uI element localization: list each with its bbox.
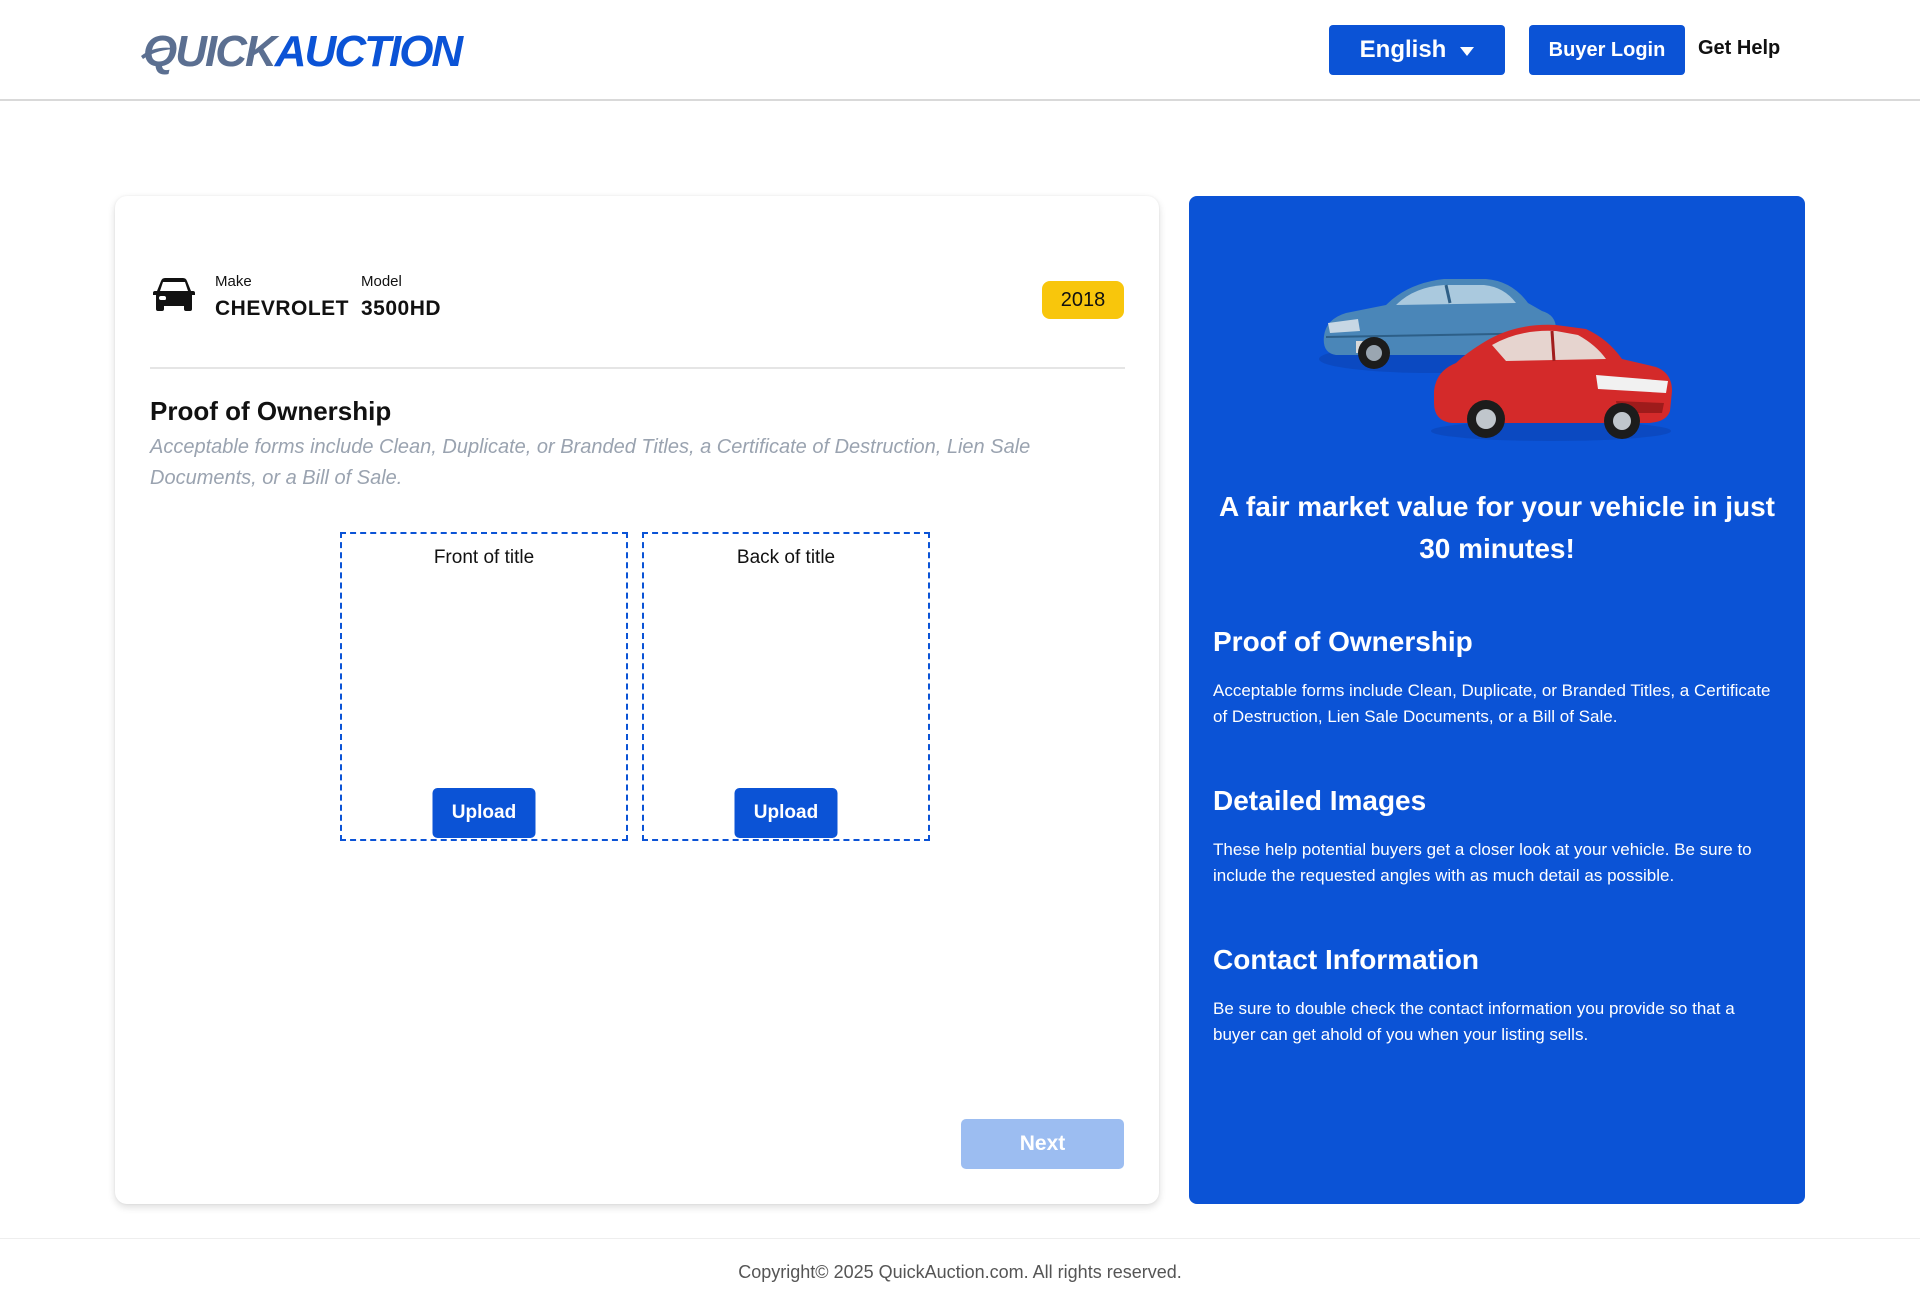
panel-text-images: These help potential buyers get a closer… — [1213, 840, 1752, 885]
section-title: Proof of Ownership — [150, 396, 392, 426]
footer-divider — [0, 1238, 1920, 1239]
upload-front-button[interactable]: Upload — [432, 788, 536, 838]
next-button[interactable]: Next — [961, 1119, 1124, 1169]
language-label: English — [1359, 36, 1447, 63]
panel-text-contact: Be sure to double check the contact info… — [1213, 999, 1735, 1044]
upload-back-button[interactable]: Upload — [734, 788, 838, 838]
make-label: Make — [215, 273, 252, 290]
divider — [150, 367, 1125, 369]
logo-wordmark: QUICKAUCTION — [143, 27, 463, 76]
back-of-title-dropzone[interactable]: Back of title Upload — [642, 532, 930, 841]
car-icon — [153, 278, 195, 311]
section-description: Acceptable forms include Clean, Duplicat… — [150, 436, 1031, 489]
get-help-link[interactable]: Get Help — [1698, 37, 1780, 60]
panel-heading-images: Detailed Images — [1213, 785, 1427, 816]
panel-heading-contact: Contact Information — [1213, 944, 1479, 975]
panel-tagline: A fair market value for your vehicle in … — [1218, 491, 1776, 564]
make-value: CHEVROLET — [215, 297, 350, 320]
cars-illustration — [1319, 279, 1672, 441]
panel-heading-proof: Proof of Ownership — [1213, 626, 1473, 657]
front-of-title-dropzone[interactable]: Front of title Upload — [340, 532, 628, 841]
language-dropdown[interactable]: English — [1329, 25, 1505, 75]
caret-down-icon — [1460, 46, 1475, 56]
model-value: 3500HD — [361, 297, 442, 320]
front-of-title-label: Front of title — [433, 547, 535, 568]
model-label: Model — [361, 273, 402, 290]
panel-text-proof: Acceptable forms include Clean, Duplicat… — [1213, 681, 1771, 726]
quickauction-logo[interactable]: QUICKAUCTION — [141, 24, 463, 80]
buyer-login-button[interactable]: Buyer Login — [1529, 25, 1685, 75]
year-badge: 2018 — [1042, 281, 1124, 319]
listing-form-card: Make CHEVROLET Model 3500HD 2018 Proof o… — [115, 196, 1159, 1204]
back-of-title-label: Back of title — [736, 547, 836, 568]
info-panel: A fair market value for your vehicle in … — [1189, 196, 1805, 1204]
footer-copyright: Copyright© 2025 QuickAuction.com. All ri… — [738, 1262, 1182, 1282]
top-header: QUICKAUCTION English Buyer Login Get Hel… — [0, 0, 1920, 101]
